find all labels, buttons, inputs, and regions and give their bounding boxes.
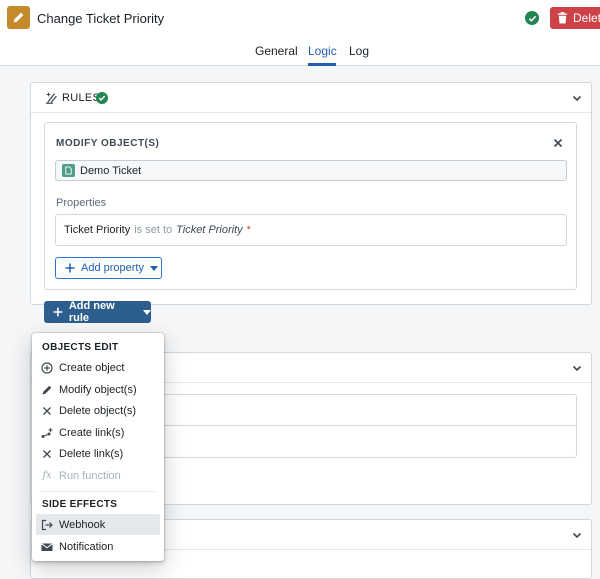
menu-item-label: Run function — [59, 469, 121, 482]
rules-title: RULES — [62, 92, 101, 104]
tab-bar: General Logic Log — [0, 36, 600, 66]
tab-logic[interactable]: Logic — [308, 44, 337, 58]
property-value: Ticket Priority — [176, 224, 243, 236]
envelope-icon — [41, 541, 53, 553]
menu-item-webhook[interactable]: Webhook — [36, 514, 160, 535]
chevron-down-icon[interactable] — [571, 362, 583, 374]
add-new-rule-label: Add new rule — [68, 300, 115, 324]
tab-general[interactable]: General — [255, 44, 298, 58]
caret-down-icon — [143, 309, 151, 315]
success-check-icon — [525, 11, 539, 25]
property-name: Ticket Priority — [64, 224, 131, 236]
object-selector[interactable]: Demo Ticket — [55, 160, 567, 181]
menu-item-label: Webhook — [59, 518, 106, 531]
menu-item-create-object[interactable]: Create object — [36, 357, 160, 378]
modify-objects-rule: MODIFY OBJECT(S) Demo Ticket Properties … — [44, 122, 577, 290]
caret-down-icon — [149, 265, 158, 271]
edit-pencil-icon — [41, 384, 53, 396]
cross-icon — [41, 405, 53, 417]
plus-circle-icon — [41, 361, 53, 374]
close-icon[interactable] — [552, 137, 564, 149]
tab-log[interactable]: Log — [349, 44, 369, 58]
side-effects-header: SIDE EFFECTS — [42, 499, 118, 510]
plus-icon — [65, 263, 75, 273]
add-new-rule-button[interactable]: Add new rule — [44, 300, 151, 324]
menu-item-delete-links[interactable]: Delete link(s) — [36, 443, 160, 464]
menu-item-modify-objects[interactable]: Modify object(s) — [36, 379, 160, 400]
rules-icon — [45, 92, 57, 104]
top-bar: Change Ticket Priority Delete — [0, 0, 600, 36]
chevron-down-icon[interactable] — [571, 92, 583, 104]
menu-item-label: Delete link(s) — [59, 447, 124, 460]
property-row[interactable]: Ticket Priority is set to Ticket Priorit… — [55, 214, 567, 246]
page-title: Change Ticket Priority — [37, 11, 165, 26]
add-property-button[interactable]: Add property — [55, 257, 162, 279]
cross-icon — [41, 448, 53, 460]
menu-item-run-function: fx Run function — [36, 465, 160, 486]
link-icon — [41, 427, 53, 439]
menu-divider — [41, 491, 155, 492]
rules-valid-icon — [96, 92, 108, 104]
properties-label: Properties — [56, 197, 107, 209]
modify-objects-title: MODIFY OBJECT(S) — [56, 138, 160, 149]
active-tab-indicator — [308, 63, 336, 66]
menu-item-label: Notification — [59, 540, 114, 553]
delete-button-label: Delete — [573, 11, 600, 25]
property-connector: is set to — [134, 224, 173, 236]
function-icon: fx — [42, 470, 52, 481]
edit-pencil-icon — [7, 6, 30, 29]
chevron-down-icon[interactable] — [571, 529, 583, 541]
menu-item-label: Delete object(s) — [59, 404, 137, 417]
menu-item-label: Create object — [59, 361, 125, 374]
menu-item-delete-objects[interactable]: Delete object(s) — [36, 400, 160, 421]
add-property-label: Add property — [81, 262, 144, 274]
plus-icon — [53, 307, 63, 317]
delete-button[interactable]: Delete — [550, 7, 600, 29]
objects-edit-header: OBJECTS EDIT — [42, 342, 119, 353]
document-icon — [62, 164, 75, 177]
menu-item-notification[interactable]: Notification — [36, 536, 160, 557]
add-rule-menu: OBJECTS EDIT Create object Modify object… — [32, 333, 164, 561]
trash-icon — [557, 12, 568, 24]
rules-card-header[interactable]: RULES — [31, 83, 591, 113]
menu-item-create-links[interactable]: Create link(s) — [36, 422, 160, 443]
menu-item-label: Create link(s) — [59, 426, 125, 439]
required-mark: * — [246, 224, 251, 236]
export-icon — [41, 519, 53, 531]
object-label: Demo Ticket — [80, 164, 142, 177]
menu-item-label: Modify object(s) — [59, 383, 137, 396]
